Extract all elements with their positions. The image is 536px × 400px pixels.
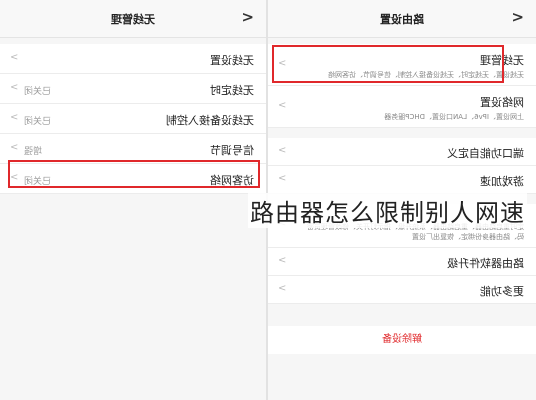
list-item-port-custom[interactable]: 端口功能自定义 > (268, 138, 536, 166)
page-title: 无线管理 (111, 13, 155, 26)
chevron-right-icon: > (10, 142, 19, 153)
status-value: 已关闭 (24, 117, 52, 127)
list-item-wireless-schedule[interactable]: 无线定时 已关闭 > (0, 74, 266, 104)
list-item-label: 更多功能 (480, 285, 524, 298)
list-item-label: 游戏加速 (480, 175, 524, 188)
page-title: 路由设置 (380, 13, 424, 26)
list-item-label: 无线定时 (210, 84, 254, 97)
list-item-label: 无线设置 (210, 54, 254, 67)
chevron-right-icon: > (278, 100, 287, 111)
list-item-game-accel[interactable]: 游戏加速 > (268, 166, 536, 194)
chevron-right-icon: > (278, 255, 287, 266)
list-item-device-access-control[interactable]: 无线设备接入控制 已关闭 > (0, 104, 266, 134)
list-item-description: 上网设置、IPv6、LAN口设置、DHCP服务器 (384, 113, 524, 121)
guest-network-highlight (8, 160, 260, 188)
chevron-right-icon: > (10, 82, 19, 93)
unbind-device-button[interactable]: 解除设备 (268, 326, 536, 354)
chevron-right-icon: > (278, 145, 287, 156)
list-item-firmware-upgrade[interactable]: 路由器软件升级 > (268, 248, 536, 276)
router-settings-header: < 路由设置 (268, 0, 536, 38)
chevron-right-icon: > (278, 283, 287, 294)
list-item-label: 端口功能自定义 (447, 147, 524, 160)
list-item-label: 信号调节 (210, 144, 254, 157)
list-item-label: 网络设置 (480, 96, 524, 109)
chevron-right-icon: > (278, 173, 287, 184)
status-value: 增强 (24, 147, 43, 157)
wireless-management-header: < 无线管理 (0, 0, 266, 38)
chevron-right-icon: > (10, 112, 19, 123)
chevron-right-icon: > (10, 52, 19, 63)
list-item-more-features[interactable]: 更多功能 > (268, 276, 536, 304)
list-item-label: 路由器软件升级 (447, 257, 524, 270)
wireless-management-highlight (272, 45, 504, 83)
router-settings-list: 无线管理 无线设置、无线定时、无线设备接入控制、信号调节、访客网络 > 网络设置… (268, 44, 536, 304)
image-caption: 路由器怎么限制别人网速 (248, 193, 527, 228)
list-item-label: 无线设备接入控制 (166, 114, 254, 127)
list-item-wireless-settings[interactable]: 无线设置 > (0, 44, 266, 74)
list-item-network-settings[interactable]: 网络设置 上网设置、IPv6、LAN口设置、DHCP服务器 > (268, 86, 536, 128)
wireless-management-panel: < 无线管理 无线设置 > 无线定时 已关闭 > 无线设备接入控制 已关闭 > … (0, 0, 266, 400)
status-value: 已关闭 (24, 87, 52, 97)
